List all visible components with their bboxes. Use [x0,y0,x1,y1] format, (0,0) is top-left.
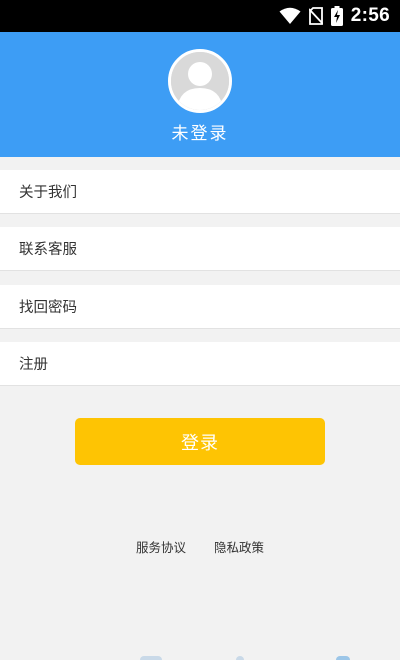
battery-charging-icon [330,6,343,26]
wifi-icon [279,7,301,25]
status-time: 2:56 [350,5,390,26]
menu-item-about-us[interactable]: 关于我们 [0,170,400,214]
status-icons: 2:56 [279,0,390,32]
menu-item-recover-password[interactable]: 找回密码 [0,285,400,329]
bottom-nav-edge [0,655,400,660]
menu-item-customer-service[interactable]: 联系客服 [0,227,400,271]
privacy-policy-link[interactable]: 隐私政策 [214,537,264,556]
bottom-nav-hint [140,656,162,660]
status-bar: 2:56 [0,0,400,32]
footer-links: 服务协议 隐私政策 [0,537,400,557]
login-status-label[interactable]: 未登录 [0,119,400,144]
profile-header: 未登录 [0,32,400,157]
no-sim-icon [308,7,323,25]
login-button[interactable]: 登录 [75,418,325,465]
bottom-nav-hint [336,656,350,660]
menu-item-register[interactable]: 注册 [0,342,400,386]
default-avatar-icon[interactable] [168,49,232,113]
bottom-nav-hint [236,656,244,660]
service-agreement-link[interactable]: 服务协议 [136,537,186,556]
